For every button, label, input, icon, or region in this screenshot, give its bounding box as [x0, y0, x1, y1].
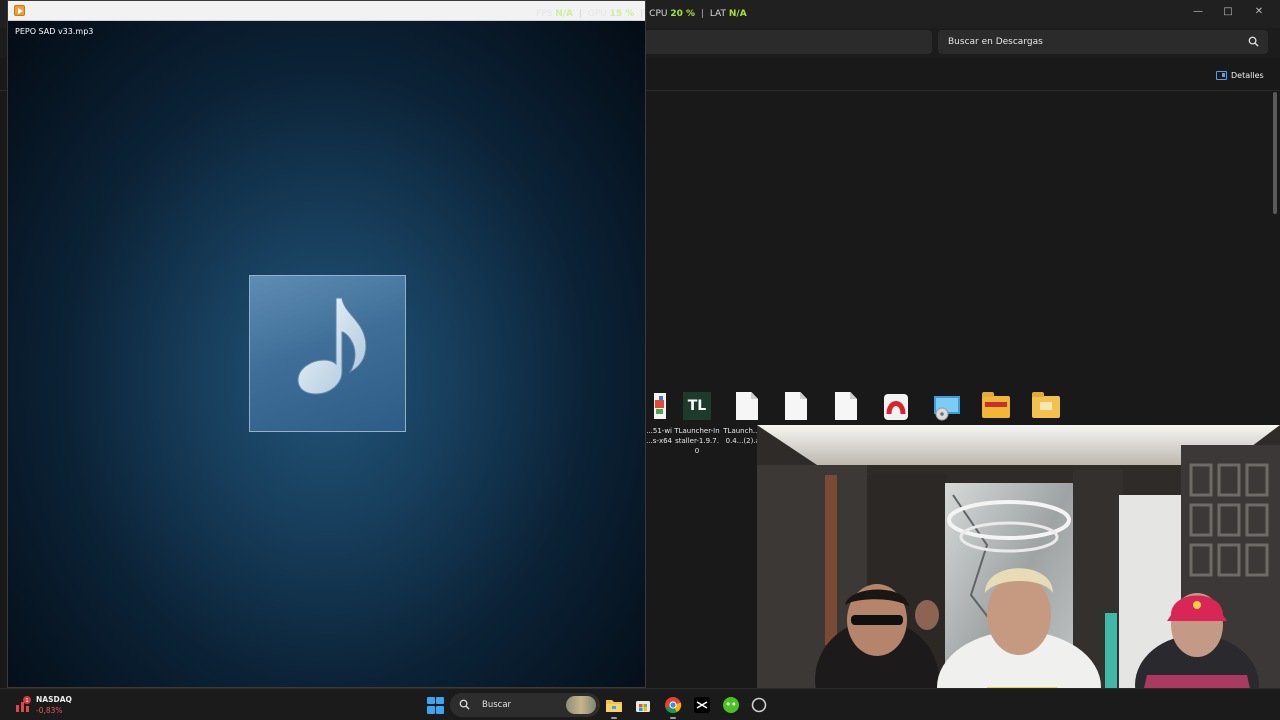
stock-chart-icon: 1: [16, 696, 31, 712]
document-icon: [733, 392, 761, 422]
start-button[interactable]: [424, 694, 446, 716]
taskbar-search[interactable]: Buscar: [450, 693, 600, 717]
now-playing-filename: PEPO SAD v33.mp3: [15, 27, 94, 36]
taskbar-store[interactable]: [632, 694, 654, 716]
tlauncher-icon: TL: [683, 392, 711, 422]
gpu-value: 15 %: [609, 9, 635, 19]
file-item[interactable]: [972, 392, 1020, 426]
taskbar: 1 NASDAQ -0,83% Buscar: [0, 688, 1280, 720]
disc-installer-icon: [932, 392, 960, 422]
taskbar-capcut[interactable]: [691, 694, 713, 716]
folder-icon: [606, 700, 622, 712]
taskbar-chrome[interactable]: [662, 694, 684, 719]
search-input[interactable]: Buscar en Descargas: [938, 30, 1268, 54]
pdf-reader-icon: [882, 392, 910, 422]
close-button[interactable]: ✕: [1243, 0, 1275, 22]
taskbar-file-explorer[interactable]: [603, 694, 625, 719]
stock-widget[interactable]: 1 NASDAQ -0,83%: [14, 692, 94, 718]
file-item[interactable]: [872, 392, 920, 422]
details-label: Detalles: [1231, 70, 1264, 80]
lat-value: N/A: [728, 9, 747, 19]
music-note-icon: [297, 297, 367, 395]
search-highlight-icon: [566, 696, 596, 714]
notification-badge: 1: [25, 698, 29, 704]
desktop-screen: — □ ✕ Buscar en Descargas Detalles ...51…: [0, 0, 1280, 720]
taskbar-app[interactable]: [748, 694, 770, 716]
address-bar[interactable]: [644, 30, 932, 54]
search-icon: [1248, 36, 1259, 47]
gpu-label: GPU: [587, 9, 607, 19]
media-player-window[interactable]: PEPO SAD v33.mp3: [7, 0, 646, 688]
search-label: Buscar: [482, 700, 512, 710]
cpu-label: CPU: [649, 9, 668, 19]
lat-label: LAT: [709, 9, 727, 19]
file-item[interactable]: [822, 392, 870, 422]
store-icon: [636, 701, 650, 712]
document-icon: [832, 392, 860, 422]
file-item[interactable]: [772, 392, 820, 422]
windows-logo-icon: [426, 696, 435, 705]
file-label: TLauncher-Installer-1.9.7.0: [674, 427, 720, 455]
maximize-button[interactable]: □: [1212, 0, 1244, 22]
minimize-button[interactable]: —: [1182, 0, 1214, 22]
album-art-placeholder: [249, 275, 406, 432]
ring-app-icon: [751, 697, 767, 713]
document-icon: [782, 392, 810, 422]
performance-overlay: FPS N/A | GPU 15 % | CPU 20 % | LAT N/A: [536, 9, 747, 19]
fps-value: N/A: [555, 9, 573, 19]
capcut-icon: [694, 697, 710, 713]
webcam-feed-image: [757, 425, 1280, 720]
cpu-value: 20 %: [670, 9, 696, 19]
file-item[interactable]: [922, 392, 970, 422]
details-pane-icon: [1216, 70, 1227, 80]
stock-name: NASDAQ: [36, 695, 72, 704]
search-placeholder: Buscar en Descargas: [948, 37, 1043, 47]
green-app-icon: [723, 697, 739, 713]
chrome-icon: [665, 697, 682, 714]
taskbar-green-app[interactable]: [720, 694, 742, 716]
media-player-app-icon: [14, 5, 25, 16]
fps-label: FPS: [536, 9, 553, 19]
file-item[interactable]: TL TLauncher-Installer-1.9.7.0: [673, 392, 721, 456]
stock-change: -0,83%: [36, 706, 63, 715]
scrollbar-thumb[interactable]: [1273, 92, 1277, 214]
folder-icon: [1032, 392, 1060, 426]
webcam-overlay: [757, 425, 1280, 720]
search-icon: [459, 699, 470, 710]
details-button[interactable]: Detalles: [1212, 66, 1268, 84]
folder-icon: [982, 392, 1010, 426]
file-item[interactable]: [1022, 392, 1070, 426]
